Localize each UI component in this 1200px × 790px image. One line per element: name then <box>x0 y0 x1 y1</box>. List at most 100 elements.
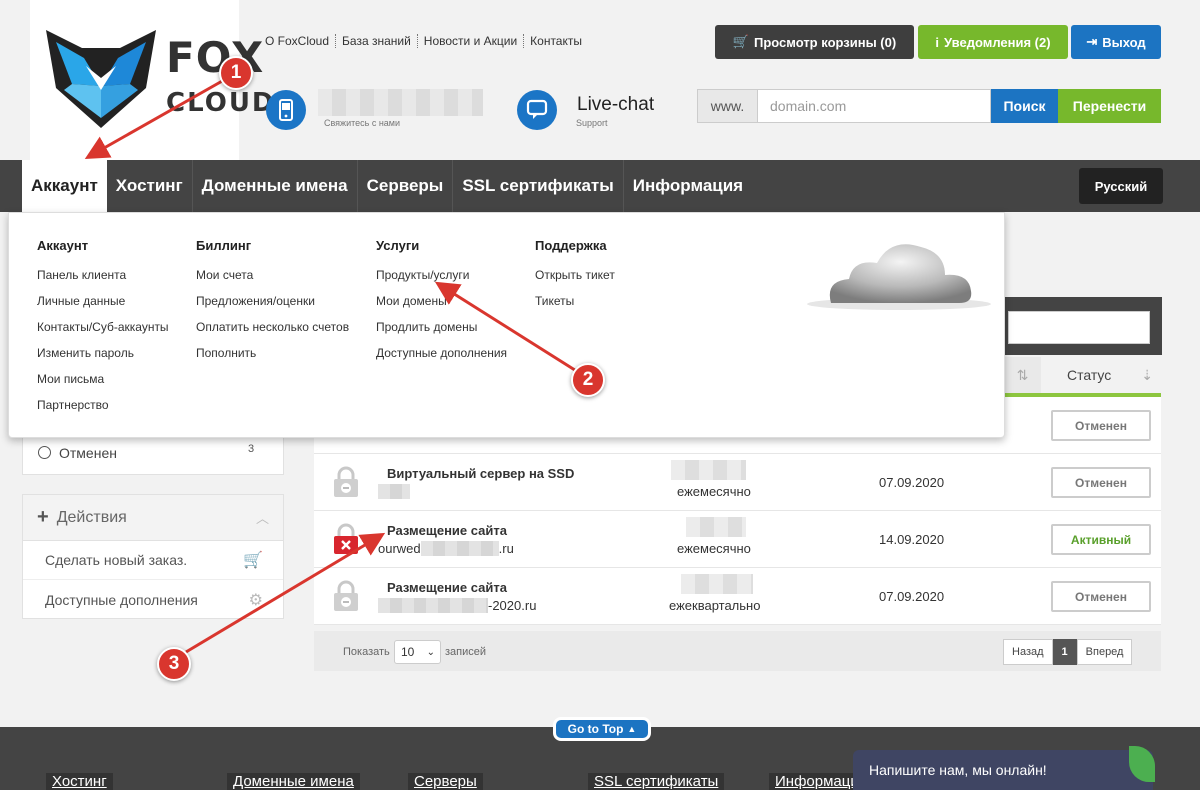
info-icon: i <box>935 34 940 50</box>
menu-item-open-ticket[interactable]: Открыть тикет <box>535 262 615 288</box>
menu-item-my-emails[interactable]: Мои письма <box>37 366 169 392</box>
status-filter-label: Отменен <box>59 445 117 461</box>
footer-link-domains[interactable]: Доменные имена <box>227 773 360 790</box>
footer-link-servers[interactable]: Серверы <box>408 773 483 790</box>
menu-item-my-domains[interactable]: Мои домены <box>376 288 507 314</box>
logout-button[interactable]: ⇥ Выход <box>1071 25 1161 59</box>
logo[interactable]: FOX CLOUD <box>30 0 274 160</box>
column-header-status[interactable]: Статус ⇣ <box>1041 357 1161 393</box>
table-row[interactable]: Виртуальный сервер на SSD ежемесячно 07.… <box>314 454 1161 511</box>
cart-icon: 🛒 <box>243 552 263 569</box>
price-redacted <box>681 574 753 594</box>
billing-cycle: ежеквартально <box>669 598 761 613</box>
status-filter-count: 3 <box>248 443 255 455</box>
menu-item-contacts[interactable]: Контакты/Суб-аккаунты <box>37 314 169 340</box>
go-to-top-label: Go to Top <box>567 722 624 736</box>
view-cart-button[interactable]: 🛒 Просмотр корзины (0) <box>715 25 914 59</box>
menu-item-renew-domains[interactable]: Продлить домены <box>376 314 507 340</box>
billing-cycle: ежемесячно <box>677 541 751 556</box>
menu-item-addons[interactable]: Доступные дополнения <box>376 340 507 366</box>
annotation-badge-3: 3 <box>157 647 191 681</box>
next-due-date: 07.09.2020 <box>879 589 945 604</box>
service-name[interactable]: Размещение сайта <box>387 580 507 595</box>
action-new-order[interactable]: Сделать новый заказ. 🛒 <box>23 541 283 580</box>
chat-widget[interactable]: Напишите нам, мы онлайн! <box>853 746 1155 790</box>
service-name[interactable]: Виртуальный сервер на SSD <box>387 466 574 481</box>
status-filter-radio[interactable] <box>38 446 51 459</box>
menu-item-quotes[interactable]: Предложения/оценки <box>196 288 349 314</box>
top-link-about[interactable]: О FoxCloud <box>259 34 337 48</box>
fox-logo-icon <box>46 30 156 128</box>
service-domain-suffix: .ru <box>498 541 514 556</box>
nav-item-account[interactable]: Аккаунт <box>22 160 107 212</box>
notifications-button[interactable]: i Уведомления (2) <box>918 25 1068 59</box>
nav-item-hosting[interactable]: Хостинг <box>107 160 193 212</box>
domain-search-button[interactable]: Поиск <box>991 89 1058 123</box>
action-new-order-label: Сделать новый заказ. <box>45 552 188 568</box>
menu-item-personal-details[interactable]: Личные данные <box>37 288 169 314</box>
status-badge[interactable]: Отменен <box>1051 467 1151 498</box>
menu-item-my-invoices[interactable]: Мои счета <box>196 262 349 288</box>
menu-column-title: Биллинг <box>196 238 252 253</box>
nav-item-servers[interactable]: Серверы <box>358 160 454 212</box>
service-domain: -2020.ru <box>378 598 536 613</box>
chat-widget-label: Напишите нам, мы онлайн! <box>869 762 1047 778</box>
live-chat-title[interactable]: Live-chat <box>577 94 654 116</box>
footer-link-hosting[interactable]: Хостинг <box>46 773 113 790</box>
pagination: Назад 1 Вперед <box>1003 639 1133 665</box>
menu-column-billing: Биллинг Мои счета Предложения/оценки Опл… <box>196 238 349 366</box>
service-name[interactable]: Размещение сайта <box>387 523 507 538</box>
menu-item-client-area[interactable]: Панель клиента <box>37 262 169 288</box>
chat-bubble-icon[interactable] <box>517 90 557 130</box>
domain-input[interactable] <box>757 89 991 123</box>
service-domain-suffix: -2020.ru <box>488 598 537 613</box>
menu-item-mass-pay[interactable]: Оплатить несколько счетов <box>196 314 349 340</box>
nav-item-information[interactable]: Информация <box>624 160 752 212</box>
phone-icon <box>266 90 306 130</box>
menu-column-title: Услуги <box>376 238 420 253</box>
service-domain <box>378 484 410 499</box>
sort-desc-icon: ⇣ <box>1141 366 1153 383</box>
caret-up-icon: ▲ <box>627 724 637 734</box>
go-to-top-button[interactable]: Go to Top ▲ <box>553 717 651 741</box>
price-redacted <box>686 517 746 537</box>
status-badge[interactable]: Отменен <box>1051 581 1151 612</box>
top-link-news[interactable]: Новости и Акции <box>418 34 525 48</box>
table-row[interactable]: Размещение сайта ourwed .ru ежемесячно 14… <box>314 511 1161 568</box>
menu-item-affiliates[interactable]: Партнерство <box>37 392 169 418</box>
page-length-select[interactable]: 10 ⌄ <box>394 640 441 664</box>
top-link-knowledgebase[interactable]: База знаний <box>336 34 418 48</box>
top-link-contacts[interactable]: Контакты <box>524 34 588 48</box>
footer-link-ssl[interactable]: SSL сертификаты <box>588 773 725 790</box>
main-navbar: Аккаунт Хостинг Доменные имена Серверы S… <box>0 160 1200 212</box>
domain-transfer-button[interactable]: Перенести <box>1058 89 1161 123</box>
next-due-date: 07.09.2020 <box>879 475 945 490</box>
language-button[interactable]: Русский <box>1079 168 1163 204</box>
actions-panel-header[interactable]: + Действия ︿ <box>23 495 283 541</box>
table-row[interactable]: Размещение сайта -2020.ru ежеквартально … <box>314 568 1161 625</box>
status-badge[interactable]: Отменен <box>1051 410 1151 441</box>
next-due-date: 14.09.2020 <box>879 532 945 547</box>
menu-item-add-funds[interactable]: Пополнить <box>196 340 349 366</box>
logo-text-cloud: CLOUD <box>166 88 276 118</box>
actions-panel: + Действия ︿ Сделать новый заказ. 🛒 Дост… <box>22 494 284 619</box>
action-addons[interactable]: Доступные дополнения ⚙ <box>23 580 283 619</box>
pager-prev[interactable]: Назад <box>1003 639 1053 665</box>
billing-cycle: ежемесячно <box>677 484 751 499</box>
menu-item-tickets[interactable]: Тикеты <box>535 288 615 314</box>
status-badge[interactable]: Активный <box>1051 524 1151 555</box>
menu-item-change-password[interactable]: Изменить пароль <box>37 340 169 366</box>
lock-icon <box>334 580 358 611</box>
actions-panel-title: Действия <box>56 508 127 526</box>
service-domain: ourwed .ru <box>378 541 514 556</box>
menu-item-products-services[interactable]: Продукты/услуги <box>376 262 507 288</box>
menu-column-title: Аккаунт <box>37 238 89 253</box>
nav-item-ssl[interactable]: SSL сертификаты <box>453 160 624 212</box>
sort-icon[interactable]: ⇅ <box>1004 357 1041 393</box>
phone-caption: Свяжитесь с нами <box>324 118 401 128</box>
pager-page-current[interactable]: 1 <box>1052 639 1077 665</box>
pager-next[interactable]: Вперед <box>1076 639 1133 665</box>
nav-item-domains[interactable]: Доменные имена <box>193 160 358 212</box>
table-search-input[interactable] <box>1008 311 1150 344</box>
records-label: записей <box>445 646 487 658</box>
